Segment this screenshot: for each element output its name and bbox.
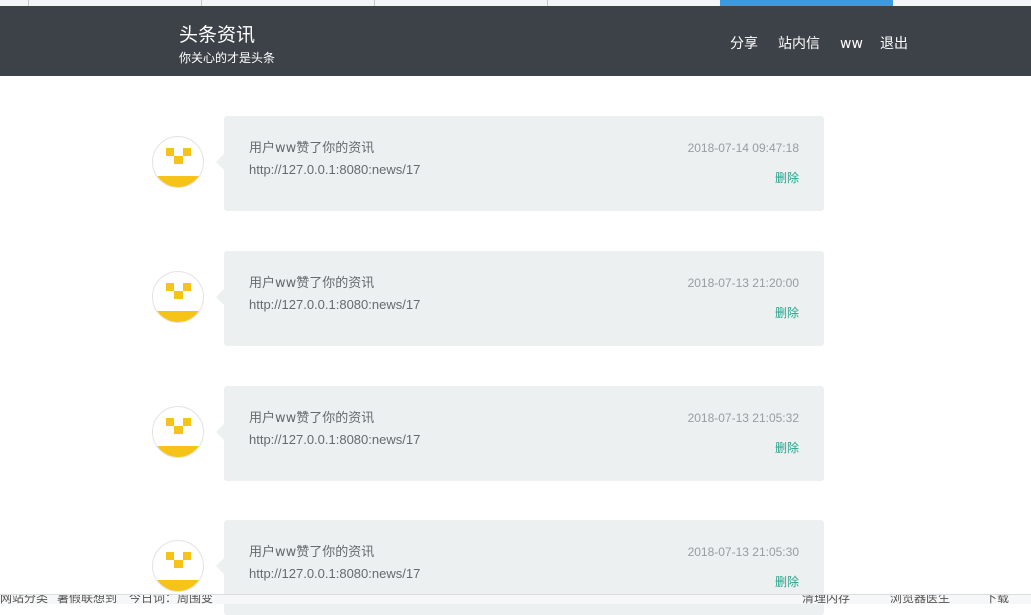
- bubble-arrow: [216, 154, 224, 170]
- nav-share-link[interactable]: 分享: [730, 35, 758, 53]
- nav-user-link[interactable]: ww: [840, 35, 863, 53]
- avatar[interactable]: [152, 136, 204, 188]
- browser-status-bar: 网站分类 暑假联想到 今日词：周围变 清理内存 浏览器医生 下载: [0, 594, 1031, 604]
- status-download-button[interactable]: 下载: [985, 595, 1009, 604]
- avatar-logo-icon: [153, 552, 203, 591]
- notification-link[interactable]: http://127.0.0.1:8080:news/17: [249, 564, 420, 584]
- notification-time: 2018-07-13 21:05:30: [687, 545, 799, 559]
- notification-link[interactable]: http://127.0.0.1:8080:news/17: [249, 160, 420, 180]
- notification-message: 用户ww赞了你的资讯: [249, 141, 375, 156]
- bubble-arrow: [216, 289, 224, 305]
- notification-item: 用户ww赞了你的资讯 http://127.0.0.1:8080:news/17…: [152, 251, 824, 346]
- delete-link[interactable]: 删除: [775, 170, 799, 186]
- notification-item: 用户ww赞了你的资讯 http://127.0.0.1:8080:news/17…: [152, 386, 824, 481]
- notification-link[interactable]: http://127.0.0.1:8080:news/17: [249, 430, 420, 450]
- notification-bubble: 用户ww赞了你的资讯 http://127.0.0.1:8080:news/17…: [216, 116, 824, 211]
- avatar[interactable]: [152, 406, 204, 458]
- notification-time: 2018-07-14 09:47:18: [687, 141, 799, 155]
- clean-memory-button[interactable]: 清理内存: [802, 595, 850, 604]
- notification-bubble: 用户ww赞了你的资讯 http://127.0.0.1:8080:news/17…: [216, 251, 824, 346]
- notification-bubble: 用户ww赞了你的资讯 http://127.0.0.1:8080:news/17…: [216, 386, 824, 481]
- bubble-arrow: [216, 558, 224, 574]
- status-link[interactable]: 暑假联想到: [57, 595, 117, 604]
- nav-logout-link[interactable]: 退出: [880, 35, 908, 53]
- status-link[interactable]: 今日词：周围变: [129, 595, 213, 604]
- browser-doctor-button[interactable]: 浏览器医生: [890, 595, 950, 604]
- notification-time: 2018-07-13 21:05:32: [687, 411, 799, 425]
- delete-link[interactable]: 删除: [775, 440, 799, 456]
- notification-message: 用户ww赞了你的资讯: [249, 411, 375, 426]
- notification-message: 用户ww赞了你的资讯: [249, 545, 375, 560]
- delete-link[interactable]: 删除: [775, 305, 799, 321]
- notification-link[interactable]: http://127.0.0.1:8080:news/17: [249, 295, 420, 315]
- avatar[interactable]: [152, 540, 204, 592]
- avatar[interactable]: [152, 271, 204, 323]
- avatar-logo-icon: [153, 283, 203, 322]
- bubble-arrow: [216, 424, 224, 440]
- nav-messages-link[interactable]: 站内信: [778, 35, 820, 53]
- notification-item: 用户ww赞了你的资讯 http://127.0.0.1:8080:news/17…: [152, 116, 824, 211]
- site-subtitle: 你关心的才是头条: [179, 51, 276, 65]
- status-link[interactable]: 网站分类: [0, 595, 48, 604]
- avatar-logo-icon: [153, 148, 203, 187]
- notification-message: 用户ww赞了你的资讯: [249, 276, 375, 291]
- avatar-logo-icon: [153, 418, 203, 457]
- site-header: 头条资讯 你关心的才是头条 分享 站内信 ww 退出: [0, 6, 1031, 76]
- site-title[interactable]: 头条资讯: [179, 23, 255, 47]
- delete-link[interactable]: 删除: [775, 574, 799, 590]
- notification-time: 2018-07-13 21:20:00: [687, 276, 799, 290]
